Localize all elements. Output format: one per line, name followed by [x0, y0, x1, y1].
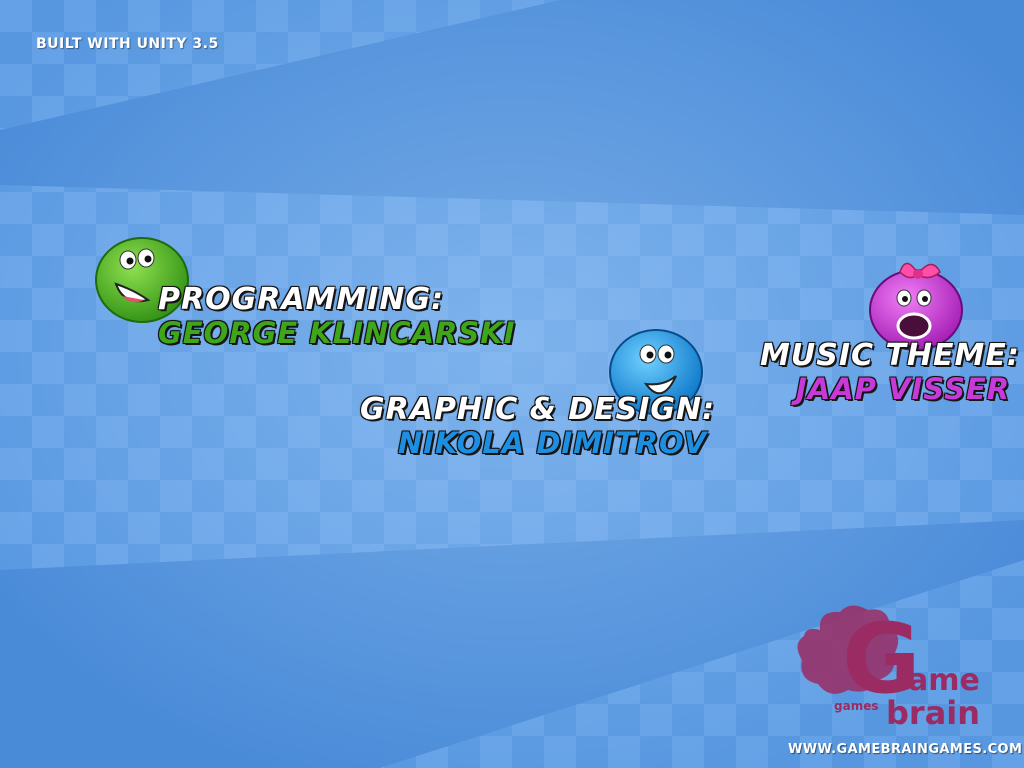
- graphic-design-role-label: GRAPHIC & DESIGN:: [360, 392, 716, 427]
- programming-role-label: PROGRAMMING:: [158, 282, 445, 317]
- programming-name-label: GEORGE KLINCARSKI: [158, 316, 516, 350]
- logo-word-games: games: [834, 699, 878, 713]
- built-with-unity-text: BUILT WITH UNITY 3.5: [36, 36, 219, 52]
- logo-word-brain: brain: [886, 694, 980, 732]
- logo-word-ame: ame: [908, 663, 980, 698]
- website-url-link[interactable]: WWW.GAMEBRAINGAMES.COM: [788, 742, 1022, 757]
- music-theme-name-label: JAAP VISSER: [796, 372, 1011, 406]
- graphic-design-name-label: NIKOLA DIMITROV: [398, 426, 708, 460]
- gamebrain-logo: G ame brain games: [797, 603, 980, 732]
- music-theme-role-label: MUSIC THEME:: [760, 338, 1020, 373]
